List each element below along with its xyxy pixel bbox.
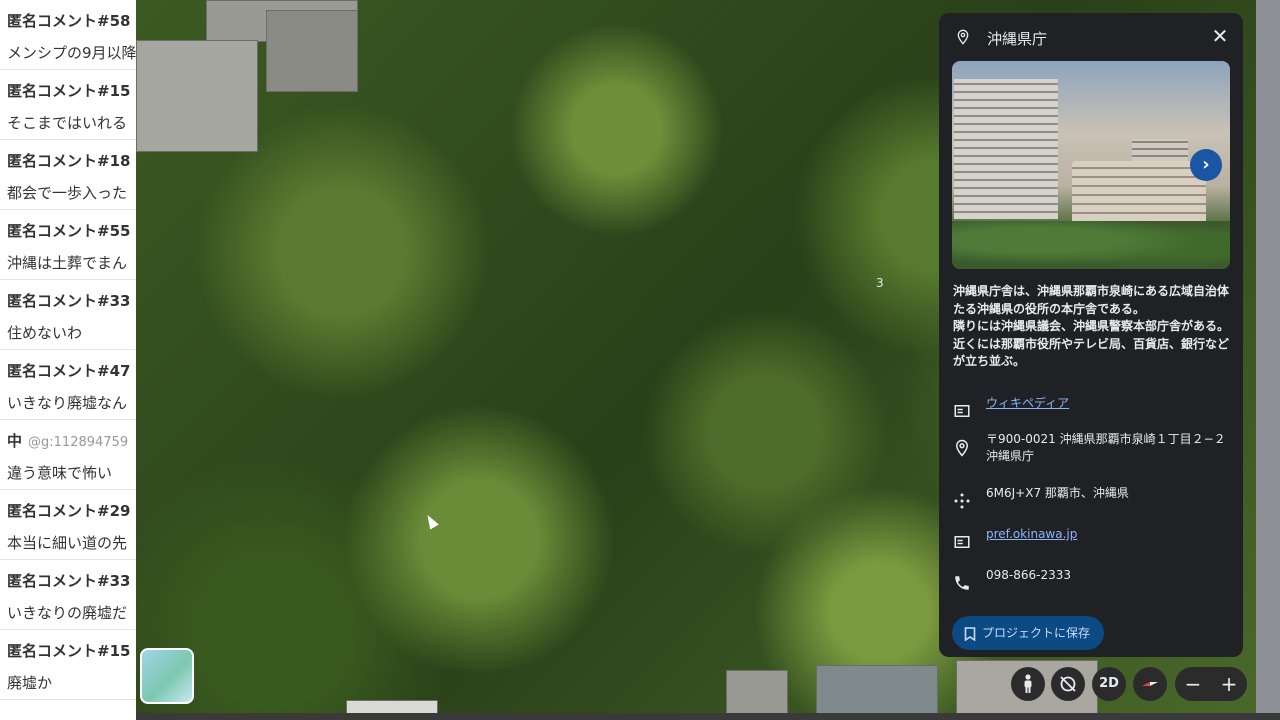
comment-author: 中 @g:112894759 <box>7 432 129 450</box>
toggle-2d-button[interactable]: 2D <box>1092 667 1126 701</box>
comment-author: 匿名コメント#18 <box>7 152 131 170</box>
comment-text: 違う意味で怖い <box>7 464 113 482</box>
list-item: 匿名コメント#55 沖縄は土葬でまん <box>0 210 136 280</box>
comment-text: 本当に細い道の先 <box>7 534 128 552</box>
close-button[interactable]: ✕ <box>1209 25 1231 47</box>
comment-author: 匿名コメント#15 <box>7 642 131 660</box>
comment-user-id: @g:112894759 <box>28 435 129 450</box>
pegman-button[interactable] <box>1011 667 1045 701</box>
comment-text: 沖縄は土葬でまん <box>7 254 128 272</box>
address-row: 〒900-0021 沖縄県那覇市泉崎１丁目２−２ 沖縄県庁 <box>939 431 1243 471</box>
map-building <box>266 10 358 92</box>
comment-text: メンシプの9月以降 <box>7 44 136 62</box>
zoom-out-button[interactable]: − <box>1175 667 1211 701</box>
plus-code-icon <box>954 493 970 509</box>
comment-author: 匿名コメント#33 <box>7 572 131 590</box>
photo-building <box>954 79 1058 219</box>
comment-list: 匿名コメント#58 メンシプの9月以降 匿名コメント#15 そこまではいれる 匿… <box>0 0 136 720</box>
place-info-panel: 沖縄県庁 ✕ › 沖縄県庁舎は、沖縄県那覇市泉崎にある広域自治体たる沖縄県の役所… <box>939 13 1243 657</box>
layer-thumbnail-button[interactable] <box>140 648 194 704</box>
comment-author: 匿名コメント#29 <box>7 502 131 520</box>
compass-button[interactable] <box>1133 667 1167 701</box>
map-building <box>816 665 938 717</box>
comment-text: 都会で一歩入った <box>7 184 128 202</box>
list-item: 匿名コメント#33 住めないわ <box>0 280 136 350</box>
comment-author: 匿名コメント#55 <box>7 222 131 240</box>
list-item: 中 @g:112894759 違う意味で怖い <box>0 420 136 490</box>
parking-lot <box>136 40 258 152</box>
place-pin-icon <box>957 29 969 45</box>
comment-text: そこまではいれる <box>7 114 128 132</box>
place-description: 沖縄県庁舎は、沖縄県那覇市泉崎にある広域自治体たる沖縄県の役所の本庁舎である。 … <box>953 284 1230 368</box>
place-photo[interactable]: › <box>952 61 1230 269</box>
map-bottom-bar <box>136 713 1280 720</box>
phone-text[interactable]: 098-866-2333 <box>986 567 1230 584</box>
panel-title: 沖縄県庁 <box>987 30 1048 48</box>
comment-text: いきなり廃墟なん <box>7 394 128 412</box>
list-item: 匿名コメント#15 廃墟か <box>0 630 136 700</box>
save-button-label: プロジェクトに保存 <box>982 626 1091 640</box>
wikipedia-row: ウィキペディア <box>939 394 1243 428</box>
photo-next-button[interactable]: › <box>1190 149 1222 181</box>
comment-author: 匿名コメント#58 <box>7 12 131 30</box>
comment-author: 匿名コメント#15 <box>7 82 131 100</box>
phone-row: 098-866-2333 <box>939 566 1243 600</box>
rotate-disabled-icon <box>1060 676 1076 692</box>
photo-trees <box>952 221 1230 269</box>
list-item: 匿名コメント#18 都会で一歩入った <box>0 140 136 210</box>
list-item: 匿名コメント#33 いきなりの廃墟だ <box>0 560 136 630</box>
save-to-project-button[interactable]: プロジェクトに保存 <box>952 616 1105 650</box>
list-item: 匿名コメント#29 本当に細い道の先 <box>0 490 136 560</box>
plus-code-row: 6M6J+X7 那覇市、沖縄県 <box>939 484 1243 518</box>
map-label: 3 <box>876 276 884 290</box>
zoom-controls: − + <box>1175 667 1247 701</box>
zoom-in-button[interactable]: + <box>1211 667 1247 701</box>
mouse-cursor <box>423 512 439 530</box>
website-icon <box>954 536 970 548</box>
place-pin-icon <box>955 439 969 457</box>
comment-text: 住めないわ <box>7 324 83 342</box>
phone-icon <box>955 576 969 590</box>
comment-author: 匿名コメント#47 <box>7 362 131 380</box>
list-item: 匿名コメント#47 いきなり廃墟なん <box>0 350 136 420</box>
comment-text: 廃墟か <box>7 674 53 692</box>
plus-code-text[interactable]: 6M6J+X7 那覇市、沖縄県 <box>986 485 1230 502</box>
bookmark-icon <box>964 626 976 641</box>
comment-author: 匿名コメント#33 <box>7 292 131 310</box>
wikipedia-link[interactable]: ウィキペディア <box>986 395 1230 412</box>
rotate-button[interactable] <box>1051 667 1085 701</box>
list-item: 匿名コメント#15 そこまではいれる <box>0 70 136 140</box>
website-link[interactable]: pref.okinawa.jp <box>986 526 1230 543</box>
article-icon <box>954 405 970 417</box>
compass-icon <box>1142 682 1158 686</box>
panel-header: 沖縄県庁 ✕ <box>939 13 1243 61</box>
map-edge <box>1256 0 1280 720</box>
photo-building <box>1072 161 1206 221</box>
map-building <box>726 670 788 717</box>
pegman-icon <box>1024 674 1032 693</box>
website-row: pref.okinawa.jp <box>939 525 1243 559</box>
list-item: 匿名コメント#58 メンシプの9月以降 <box>0 0 136 70</box>
comment-text: いきなりの廃墟だ <box>7 604 128 622</box>
address-text[interactable]: 〒900-0021 沖縄県那覇市泉崎１丁目２−２ 沖縄県庁 <box>986 431 1230 465</box>
